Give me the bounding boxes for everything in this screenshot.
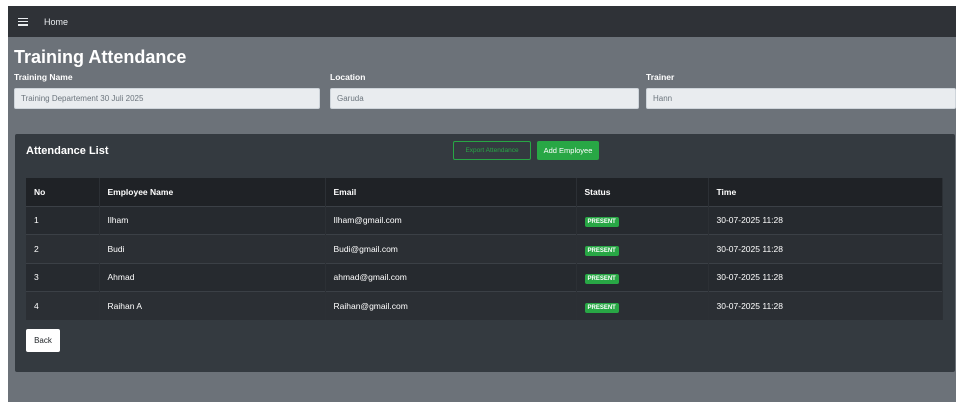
trainer-label: Trainer [646,72,675,82]
location-group: Location Garuda [330,72,639,109]
table-row: 1 Ilham Ilham@gmail.com PRESENT 30-07-20… [26,205,943,235]
home-link[interactable]: Home [44,17,68,27]
status-badge: PRESENT [584,274,619,285]
location-label: Location [330,72,366,82]
cell-email: Ilham@gmail.com [325,205,577,235]
table-row: 2 Budi Budi@gmail.com PRESENT 30-07-2025… [26,234,943,263]
cell-no: 1 [26,205,100,235]
header-no: No [26,178,100,206]
status-badge: PRESENT [584,217,619,228]
top-navbar: Home [8,6,956,37]
trainer-field[interactable]: Hann [646,88,956,109]
cell-email: ahmad@gmail.com [325,262,577,292]
header-time: Time [708,178,943,206]
cell-no: 2 [26,234,100,263]
cell-status: PRESENT [576,291,709,320]
status-badge: PRESENT [584,303,619,313]
status-badge: PRESENT [584,245,619,256]
cell-no: 3 [26,262,100,292]
table-row: 4 Raihan A Raihan@gmail.com PRESENT 30-0… [26,291,943,320]
training-name-label: Training Name [14,72,73,82]
back-button[interactable]: Back [26,329,60,352]
cell-name: Budi [99,234,326,263]
cell-time: 30-07-2025 11:28 [708,234,943,263]
cell-name: Raihan A [99,291,326,320]
header-status: Status [576,178,709,206]
add-employee-button[interactable]: Add Employee [537,141,599,160]
table-row: 3 Ahmad ahmad@gmail.com PRESENT 30-07-20… [26,262,943,292]
cell-status: PRESENT [576,205,709,235]
attendance-table: No Employee Name Email Status Time 1 Ilh… [26,178,943,320]
attendance-list-title: Attendance List [26,145,109,157]
trainer-group: Trainer Hann [646,72,956,109]
header-email: Email [325,178,577,206]
training-name-field[interactable]: Training Departement 30 Juli 2025 [14,88,320,109]
cell-status: PRESENT [576,234,709,263]
cell-status: PRESENT [576,262,709,292]
hamburger-icon[interactable] [18,17,28,26]
header-employee-name: Employee Name [99,178,326,206]
cell-name: Ilham [99,205,326,235]
training-name-group: Training Name Training Departement 30 Ju… [14,72,320,109]
cell-time: 30-07-2025 11:28 [708,262,943,292]
export-attendance-button[interactable]: Export Attendance [453,141,531,160]
cell-email: Budi@gmail.com [325,234,577,263]
location-field[interactable]: Garuda [330,88,639,109]
page-title: Training Attendance [14,47,187,67]
cell-no: 4 [26,291,100,320]
cell-email: Raihan@gmail.com [325,291,577,320]
table-header-row: No Employee Name Email Status Time [26,178,943,206]
cell-time: 30-07-2025 11:28 [708,291,943,320]
cell-name: Ahmad [99,262,326,292]
cell-time: 30-07-2025 11:28 [708,205,943,235]
